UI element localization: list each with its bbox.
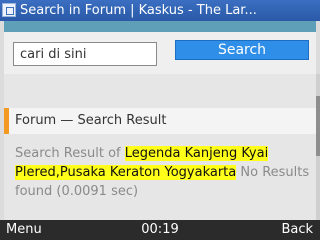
back-softkey[interactable]: Back bbox=[281, 220, 313, 240]
window-titlebar: Search in Forum | Kaskus - The Lar... bbox=[0, 0, 320, 21]
section-accent-bar bbox=[4, 108, 9, 134]
result-prefix: Search Result of bbox=[15, 146, 125, 161]
scrollbar-thumb[interactable] bbox=[316, 96, 320, 156]
search-button[interactable]: Search bbox=[175, 40, 309, 60]
search-result-text: Search Result of Legenda Kanjeng Kyai Pl… bbox=[15, 144, 315, 201]
header-strip bbox=[4, 21, 316, 32]
section-title: Forum — Search Result bbox=[15, 113, 167, 128]
softkey-bar: Menu 00:19 Back bbox=[0, 220, 320, 240]
clock: 00:19 bbox=[141, 222, 179, 237]
search-input[interactable] bbox=[13, 42, 157, 66]
window-title: Search in Forum | Kaskus - The Lar... bbox=[20, 3, 257, 18]
window-icon bbox=[2, 3, 16, 17]
